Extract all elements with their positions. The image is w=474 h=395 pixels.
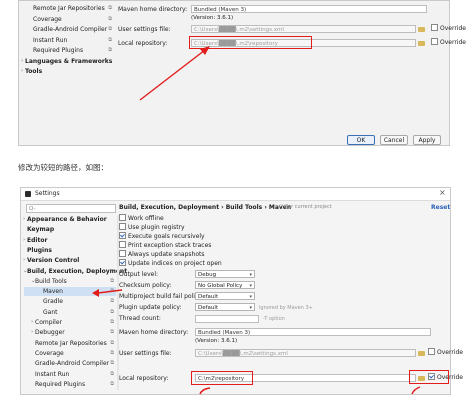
bottom-annotations [92,289,421,395]
override-curve-arrow [411,386,421,395]
maven-selection-arrow [97,289,123,294]
repo-curve-arrow [199,387,211,395]
maven-selection-arrowhead [92,289,99,297]
